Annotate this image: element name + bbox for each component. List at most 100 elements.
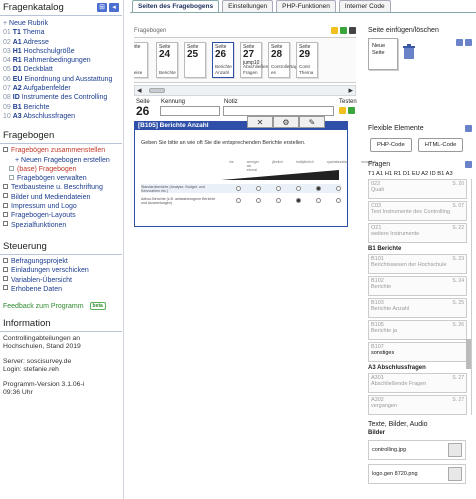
page-card[interactable]: Seite 27 jump10 Abschließende Fragen [240, 42, 273, 78]
question-item[interactable]: B102 S. 24 Berichte [368, 276, 467, 296]
catalog-item[interactable]: 04 R1 Rahmenbedingungen [3, 56, 119, 65]
image-item[interactable]: controlling.jpg [368, 440, 466, 460]
image-item[interactable]: logo.gen 8720.png [368, 464, 466, 484]
nav-item[interactable]: Textbausteine u. Beschriftung [3, 183, 119, 192]
catalog-tool-icon[interactable]: ⊞ [97, 3, 107, 12]
nav-item[interactable]: Fragebögen zusammenstellen [3, 146, 119, 155]
catalog-item-label[interactable]: Rahmenbedingungen [24, 57, 91, 64]
question-codes[interactable]: T1 A1 H1 R1 D1 EU A2 ID B1 A3 [368, 171, 472, 177]
notiz-input[interactable] [223, 106, 334, 116]
question-item[interactable]: C03 S. 07 Text Instrumente des Controlling [368, 201, 467, 221]
question-item[interactable]: A301 S. 27 Abschließende Fragen [368, 373, 467, 393]
question-item[interactable]: B105 S. 26 Berichte ja [368, 320, 467, 340]
catalog-item-label[interactable]: Berichte [24, 104, 50, 111]
page-card[interactable]: Seite 25 [184, 42, 206, 78]
question-list-scrollbar[interactable] [466, 339, 471, 369]
catalog-item[interactable]: + Neue Rubrik [3, 19, 119, 28]
catalog-item[interactable]: 10 A3 Abschlussfragen [3, 112, 119, 121]
radio-button[interactable] [336, 198, 341, 203]
catalog-item[interactable]: 06 EU Einordnung und Ausstattung [3, 75, 119, 84]
nav-item-label[interactable]: Variablen-Übersicht [11, 277, 72, 284]
nav-item-label[interactable]: Fragebogen-Layouts [11, 212, 76, 219]
feedback-label[interactable]: Feedback zum Programm [3, 303, 84, 310]
new-page-button[interactable]: Neue Seite [368, 38, 398, 70]
nav-item-label[interactable]: Einladungen verschicken [11, 267, 89, 274]
radio-button[interactable] [236, 198, 241, 203]
print-icon[interactable] [349, 27, 356, 34]
question-item[interactable]: B107 sonstiges [368, 342, 467, 362]
php-code-button[interactable]: PHP-Code [370, 138, 412, 152]
radio-button[interactable] [236, 186, 241, 191]
nav-item-label[interactable]: Fragebögen verwalten [17, 175, 87, 182]
catalog-item-code[interactable]: A2 [13, 85, 22, 92]
radio-button[interactable] [316, 186, 321, 191]
catalog-item-label[interactable]: Abschlussfragen [23, 113, 75, 120]
html-code-button[interactable]: HTML-Code [417, 138, 464, 152]
flex-help-icon[interactable] [465, 125, 472, 132]
questions-help-icon[interactable] [465, 161, 472, 168]
play-icon[interactable] [340, 27, 347, 34]
nav-item-label[interactable]: Befragungsprojekt [11, 258, 68, 265]
close-icon[interactable]: ✕ [247, 116, 273, 128]
nav-item-label[interactable]: + Neuen Fragebogen erstellen [15, 157, 110, 164]
catalog-item-code[interactable]: EU [13, 76, 23, 83]
nav-item[interactable]: Fragebogen-Layouts [3, 211, 119, 220]
nav-item[interactable]: (base) Fragebogen [3, 165, 119, 174]
catalog-item-label[interactable]: Aufgabenfelder [23, 85, 70, 92]
page-strip-scrollbar[interactable]: ◂ ▸ [134, 85, 356, 96]
radio-button[interactable] [316, 198, 321, 203]
question-item[interactable]: 022 S. 20 Quali [368, 179, 467, 199]
radio-button[interactable] [276, 198, 281, 203]
nav-item[interactable]: Variablen-Übersicht [3, 276, 119, 285]
nav-item-label[interactable]: Fragebögen zusammenstellen [11, 147, 105, 154]
tab[interactable]: Seiten des Fragebogens [132, 0, 220, 12]
catalog-item-code[interactable]: D1 [13, 66, 22, 73]
test-play-icon[interactable] [348, 107, 355, 114]
tab[interactable]: Einstellungen [222, 0, 274, 12]
catalog-item-label[interactable]: Adresse [23, 39, 49, 46]
catalog-item[interactable]: 07 A2 Aufgabenfelder [3, 84, 119, 93]
tab[interactable]: Interner Code [338, 0, 391, 12]
trash-icon[interactable] [402, 44, 416, 60]
radio-button[interactable] [256, 186, 261, 191]
nav-item[interactable]: Befragungsprojekt [3, 257, 119, 266]
question-item[interactable]: B101 S. 23 Berichtswesen der Hochschule [368, 254, 467, 274]
catalog-item-code[interactable]: ID [13, 94, 20, 101]
nav-item[interactable]: + Neuen Fragebogen erstellen [3, 156, 119, 165]
catalog-item-label[interactable]: Instrumente des Controlling [22, 94, 108, 101]
radio-button[interactable] [256, 198, 261, 203]
question-item[interactable]: B103 S. 25 Berichte Anzahl [368, 298, 467, 318]
radio-button[interactable] [296, 186, 301, 191]
kennung-input[interactable] [160, 106, 220, 116]
nav-item[interactable]: Fragebögen verwalten [3, 174, 119, 183]
catalog-item-code[interactable]: B1 [13, 104, 22, 111]
catalog-item-code[interactable]: R1 [13, 57, 22, 64]
page-card[interactable]: Seite 29 Contr Thema [296, 42, 318, 78]
catalog-item-code[interactable]: T1 [13, 29, 21, 36]
nav-item[interactable]: Bilder und Mediendateien [3, 193, 119, 202]
catalog-item-label[interactable]: Thema [23, 29, 45, 36]
radio-button[interactable] [276, 186, 281, 191]
nav-item[interactable]: Impressum und Logo [3, 202, 119, 211]
catalog-item[interactable]: 01 T1 Thema [3, 28, 119, 37]
nav-item[interactable]: Einladungen verschicken [3, 266, 119, 275]
catalog-item[interactable]: 08 ID Instrumente des Controlling [3, 93, 119, 102]
scroll-thumb[interactable] [149, 88, 165, 93]
nav-item[interactable]: Erhobene Daten [3, 285, 119, 294]
gear-icon[interactable]: ⚙ [273, 116, 299, 128]
test-folder-icon[interactable] [339, 107, 346, 114]
edit-icon[interactable]: ✎ [299, 116, 325, 128]
catalog-item-label[interactable]: Deckblatt [24, 66, 53, 73]
catalog-item[interactable]: 03 H1 Hochschulgröße [3, 47, 119, 56]
catalog-item[interactable]: 09 B1 Berichte [3, 103, 119, 112]
question-item[interactable]: O21 S. 22 weitere Instrumente [368, 223, 467, 243]
catalog-item[interactable]: 02 A1 Adresse [3, 38, 119, 47]
scroll-left-icon[interactable]: ◂ [137, 85, 142, 96]
catalog-item-label[interactable]: Einordnung und Ausstattung [24, 76, 112, 83]
nav-item[interactable]: Spezialfunktionen [3, 221, 119, 230]
nav-item-label[interactable]: Bilder und Mediendateien [11, 194, 90, 201]
catalog-item-label[interactable]: Hochschulgröße [24, 48, 75, 55]
question-item[interactable]: A302 S. 27 vergangen [368, 395, 467, 415]
page-card[interactable]: Seite 24 Berichte [156, 42, 178, 78]
page-card[interactable]: Seite 28 Controllertag es [268, 42, 297, 78]
